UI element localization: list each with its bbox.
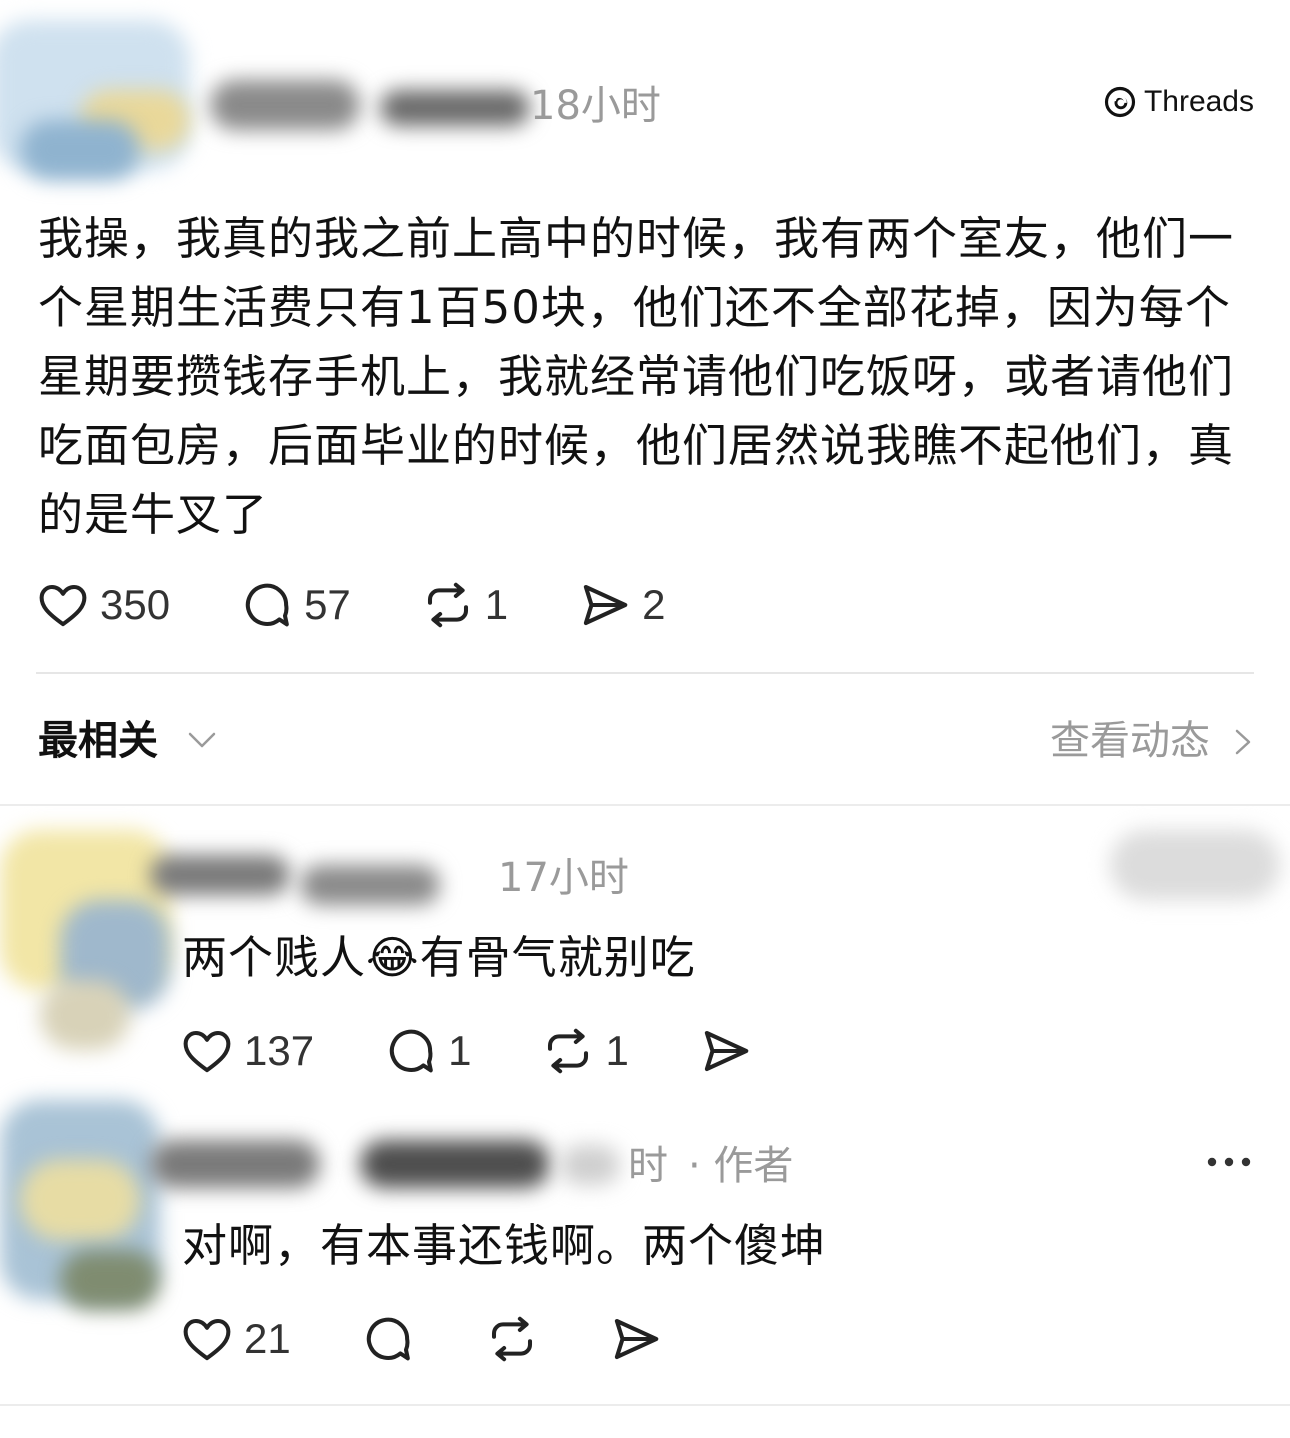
post-actions-bar: 350 57 1 2: [36, 578, 666, 632]
reply-1-repost-count: 1: [605, 1027, 629, 1074]
post-share-count: 2: [642, 581, 666, 628]
comment-icon: [389, 1029, 433, 1073]
post-timestamp: 18小时: [530, 83, 661, 129]
reply-1-comment-button[interactable]: 1: [384, 1024, 471, 1078]
repost-icon: [548, 1028, 589, 1074]
reply-2-timestamp: 时 · 作者: [628, 1140, 793, 1192]
reply-1-timestamp: 17小时: [498, 855, 629, 901]
reply-1-repost-button[interactable]: 1: [541, 1024, 629, 1078]
laughing-emoji: 😂: [366, 931, 420, 984]
reply-2-like-button[interactable]: 21: [180, 1312, 291, 1366]
sort-dropdown-label[interactable]: 最相关: [38, 715, 158, 767]
reply-2-share-button[interactable]: [609, 1312, 663, 1366]
reply-2-body-text: 对啊，有本事还钱啊。两个傻坤: [182, 1219, 827, 1272]
post-comment-button[interactable]: 57: [240, 578, 351, 632]
post-repost-button[interactable]: 1: [421, 578, 508, 632]
comment-icon: [366, 1317, 410, 1361]
post-repost-count: 1: [484, 581, 509, 628]
post-like-button[interactable]: 350: [36, 578, 170, 632]
post-comment-count: 57: [304, 581, 351, 628]
bottom-separator: [0, 1404, 1290, 1406]
view-activity-link[interactable]: 查看动态: [1050, 715, 1210, 767]
reply-1-text-before: 两个贱人: [182, 931, 367, 984]
reply-2-comment-button[interactable]: [361, 1312, 415, 1366]
reply-1-like-button[interactable]: 137: [180, 1024, 314, 1078]
send-icon: [614, 1318, 658, 1360]
post-like-count: 350: [100, 581, 171, 628]
reply-1-share-button[interactable]: [699, 1024, 753, 1078]
comment-icon: [245, 583, 289, 627]
send-icon: [584, 584, 628, 626]
section-separator: [0, 804, 1290, 806]
repost-icon: [427, 582, 468, 628]
reply-2-repost-button[interactable]: [485, 1312, 539, 1366]
reply-1-actions-bar: 137 1 1: [180, 1024, 753, 1078]
heart-icon: [183, 1318, 231, 1361]
chevron-right-icon[interactable]: [1232, 727, 1254, 757]
reply-1-text-after: 有骨气就别吃: [419, 931, 696, 984]
brand-label: Threads: [1143, 85, 1254, 118]
send-icon: [704, 1030, 749, 1072]
threads-brand[interactable]: Threads: [1102, 84, 1254, 120]
post-body-text: 我操，我真的我之前上高中的时候，我有两个室友，他们一个星期生活费只有1百50块，…: [38, 212, 1235, 541]
reply-1-body-text: 两个贱人😂有骨气就别吃: [182, 928, 696, 988]
post-divider: [36, 672, 1254, 674]
more-options-icon[interactable]: [1206, 1152, 1252, 1172]
post-share-button[interactable]: 2: [578, 578, 666, 632]
author-badge: · 作者: [688, 1143, 794, 1189]
reply-1-like-count: 137: [244, 1027, 315, 1074]
threads-logo-icon: [1104, 86, 1136, 118]
reply-2-time-fragment: 时: [628, 1143, 668, 1189]
reply-2-actions-bar: 21: [180, 1312, 663, 1366]
reply-1-comment-count: 1: [448, 1027, 472, 1074]
chevron-down-icon[interactable]: [186, 726, 218, 754]
heart-icon: [183, 1030, 231, 1073]
reply-2-like-count: 21: [244, 1315, 291, 1362]
repost-icon: [491, 1316, 532, 1362]
heart-icon: [39, 584, 87, 627]
